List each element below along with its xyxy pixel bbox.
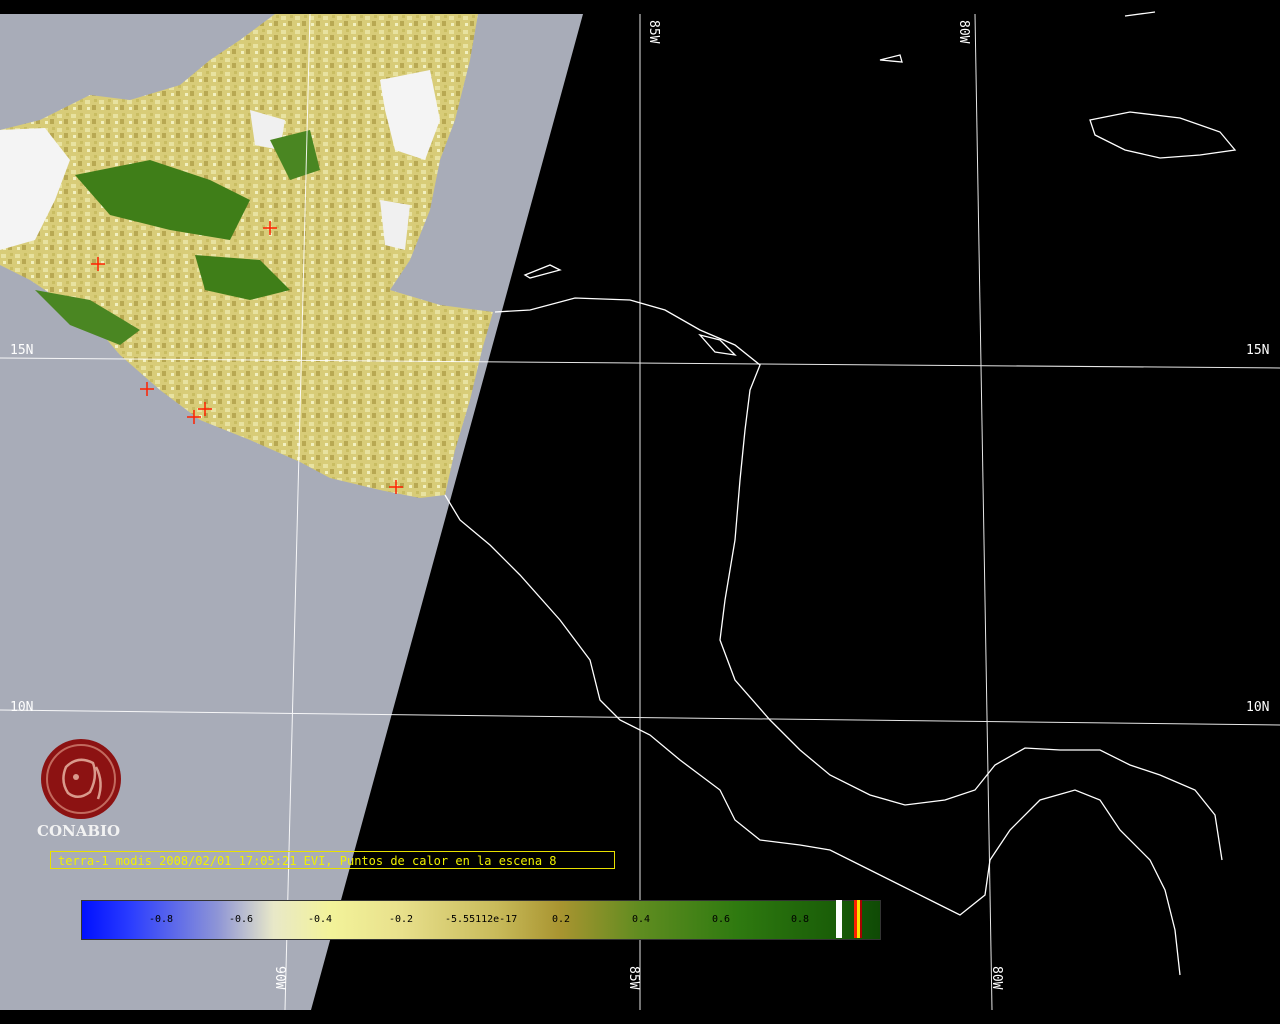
colorbar-tick: 0.6 (712, 914, 731, 925)
colorbar-tick: -5.55112e-17 (445, 914, 518, 925)
lat-label-15n-right: 15N (1246, 343, 1270, 358)
colorbar-tick: -0.2 (389, 914, 414, 925)
lon-label-85w-bottom: 85W (626, 966, 641, 990)
lat-label-15n-left: 15N (10, 343, 34, 358)
scene-caption: terra-1 modis 2008/02/01 17:05:21 EVI, P… (50, 851, 615, 869)
lat-label-10n-right: 10N (1246, 700, 1270, 715)
colorbar-tick: -0.6 (229, 914, 254, 925)
colorbar-marker-swatch (860, 900, 862, 938)
lon-label-90w-bottom: 90W (272, 966, 287, 990)
lat-label-10n-left: 10N (10, 700, 34, 715)
evi-colorbar: -0.8 -0.6 -0.4 -0.2 -5.55112e-17 0.2 0.4… (81, 900, 881, 940)
colorbar-tick: -0.4 (308, 914, 333, 925)
satellite-map (0, 0, 1280, 1024)
lon-label-80w-bottom: 80W (989, 966, 1004, 990)
colorbar-tick: -0.8 (149, 914, 174, 925)
conabio-logo-text: CONABIO (37, 822, 121, 840)
lon-label-80w-top: 80W (956, 20, 971, 44)
colorbar-nodata-swatch (836, 900, 842, 938)
colorbar-tick: 0.2 (552, 914, 571, 925)
conabio-seal-icon (41, 739, 121, 819)
lon-label-85w-top: 85W (646, 20, 661, 44)
colorbar-tick: 0.8 (791, 914, 810, 925)
colorbar-tick: 0.4 (632, 914, 651, 925)
